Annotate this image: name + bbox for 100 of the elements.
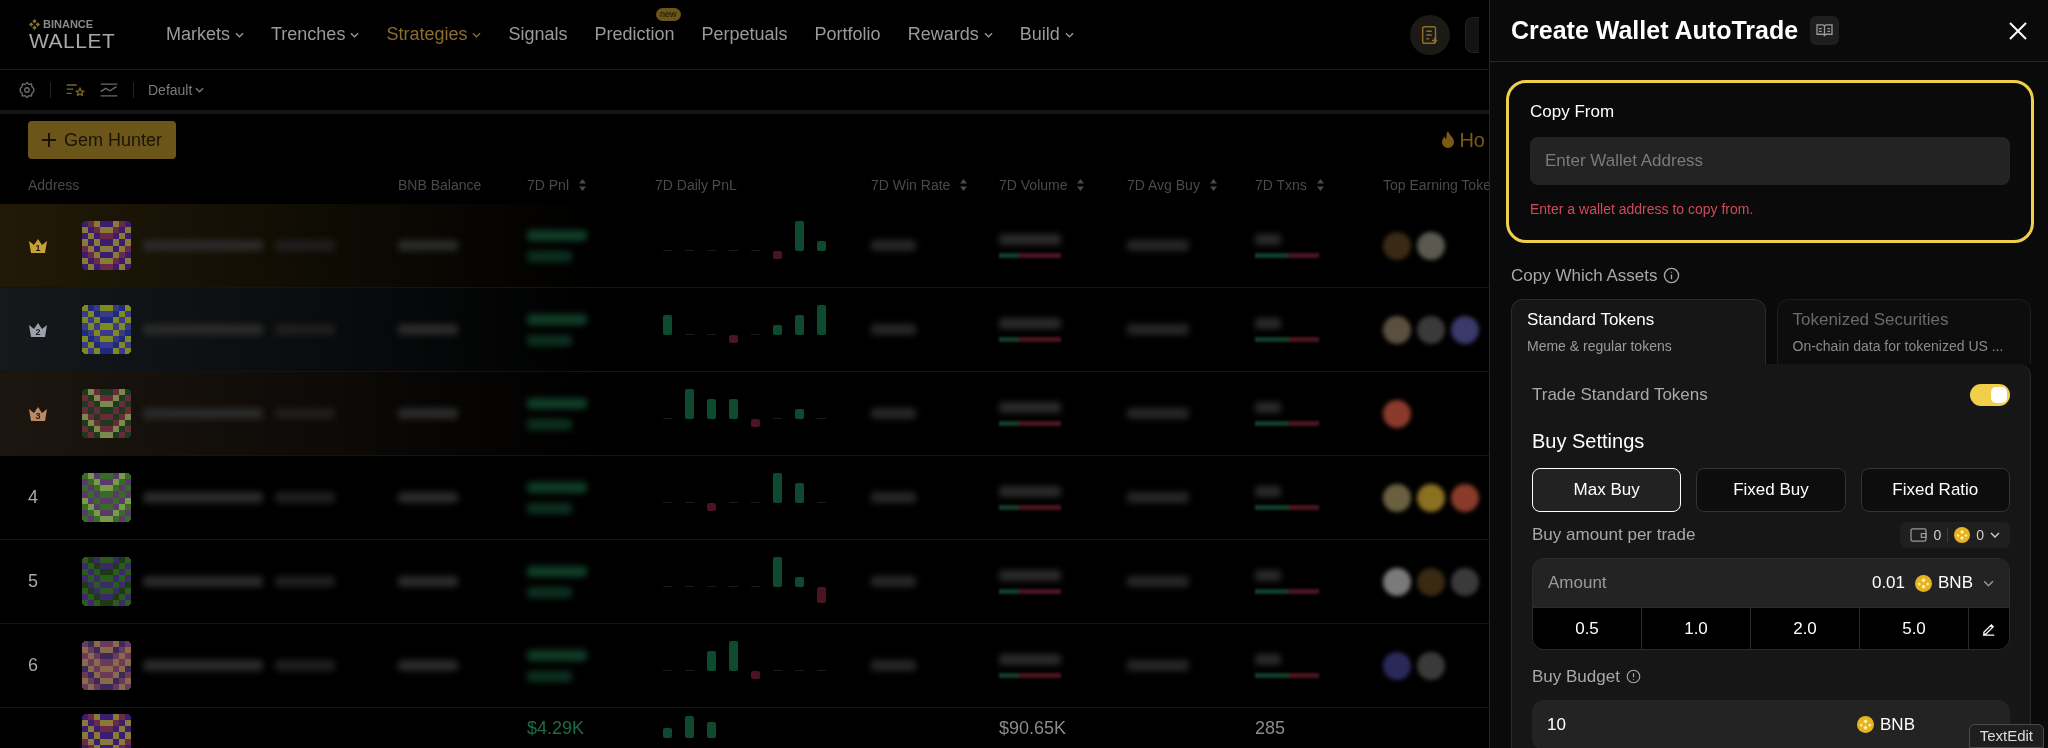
blurred-text xyxy=(275,240,335,251)
token-icon xyxy=(1383,399,1411,428)
blurred-text xyxy=(275,492,335,503)
blurred-text xyxy=(1255,317,1281,329)
currency-label: BNB xyxy=(1880,713,1915,736)
sort-icon[interactable] xyxy=(579,179,587,191)
blurred-text xyxy=(999,317,1061,329)
table-cell-text: $90.65K xyxy=(999,717,1068,738)
blurred-text xyxy=(527,334,572,346)
wallet-count: 0 xyxy=(1933,525,1942,545)
buy-sell-bar xyxy=(999,252,1061,258)
blurred-text xyxy=(871,408,916,419)
preset-button[interactable]: 5.0 xyxy=(1860,608,1969,649)
column-header: 7D Daily PnL xyxy=(655,175,737,195)
avatar-icon xyxy=(82,641,131,690)
sort-icon[interactable] xyxy=(1077,179,1085,191)
field-label: Buy amount per trade xyxy=(1532,524,1696,547)
buy-sell-bar xyxy=(999,588,1061,594)
chevron-down-icon xyxy=(350,31,360,38)
nav-item[interactable]: Signals xyxy=(508,21,568,48)
pencil-icon xyxy=(1981,621,1997,636)
amount-value[interactable]: 0.01 xyxy=(1871,570,1906,596)
token-icon xyxy=(1417,483,1445,512)
guide-button[interactable] xyxy=(1810,16,1840,45)
coin-icon xyxy=(1857,716,1875,733)
toggle-label: Trade Standard Tokens xyxy=(1532,384,1708,407)
token-icon xyxy=(1451,483,1479,512)
blurred-text xyxy=(398,240,458,251)
blurred-text xyxy=(999,401,1061,413)
preset-button[interactable]: 1.0 xyxy=(1642,608,1751,649)
token-icon xyxy=(1417,567,1445,596)
rank-number: 6 xyxy=(28,654,38,677)
asset-tab[interactable]: Standard Tokens Meme & regular tokens xyxy=(1511,299,1766,364)
coin-icon xyxy=(1915,574,1933,592)
token-icon xyxy=(1451,567,1479,596)
avatar-icon xyxy=(82,473,131,522)
token-icon xyxy=(1417,231,1445,260)
blurred-text xyxy=(398,408,458,419)
nav-item[interactable]: Strategies xyxy=(386,21,482,48)
sort-icon[interactable] xyxy=(1209,179,1217,191)
buy-sell-bar xyxy=(999,336,1061,342)
nav-item[interactable]: Markets xyxy=(166,21,244,48)
token-icon xyxy=(1417,315,1445,344)
blurred-text xyxy=(999,233,1061,245)
buy-sell-bar xyxy=(999,420,1061,426)
info-icon[interactable] xyxy=(1625,669,1641,685)
chevron-down-icon xyxy=(1983,579,1994,587)
logo-icon xyxy=(29,18,40,30)
toggle-switch[interactable] xyxy=(1970,384,2010,406)
blurred-text xyxy=(1255,653,1281,665)
column-header: BNB Balance xyxy=(398,175,482,195)
mode-button[interactable]: Max Buy xyxy=(1532,468,1682,512)
balance-chip[interactable]: 0 0 xyxy=(1900,522,2010,548)
coin-icon xyxy=(1954,527,1971,543)
blurred-text xyxy=(527,670,572,682)
chart-icon[interactable] xyxy=(99,81,119,99)
currency-selector[interactable]: BNB xyxy=(1938,570,1973,596)
blurred-text xyxy=(871,660,916,671)
nav-item[interactable]: Rewards xyxy=(907,21,993,48)
book-icon xyxy=(1816,23,1834,38)
nav-item[interactable]: Prediction xyxy=(594,21,675,48)
mode-button[interactable]: Fixed Buy xyxy=(1696,468,1846,512)
blurred-text xyxy=(527,397,587,409)
chevron-down-icon xyxy=(1064,31,1074,38)
token-icon xyxy=(1451,315,1479,344)
sort-icon[interactable] xyxy=(960,179,968,191)
error-message: Enter a wallet address to copy from. xyxy=(1530,199,1755,219)
blurred-text xyxy=(527,502,572,514)
close-icon[interactable] xyxy=(2009,21,2027,40)
nav-item[interactable]: Trenches xyxy=(271,21,360,48)
settings-icon[interactable] xyxy=(18,81,36,99)
info-icon[interactable] xyxy=(1663,266,1681,284)
preset-button[interactable]: 2.0 xyxy=(1751,608,1860,649)
blurred-text xyxy=(871,576,916,587)
nav-item[interactable]: Perpetuals xyxy=(701,21,788,48)
blurred-text xyxy=(527,649,587,661)
blurred-text xyxy=(275,576,335,587)
blurred-text xyxy=(398,324,458,335)
avatar-icon xyxy=(82,305,131,354)
preset-dropdown[interactable]: Default xyxy=(148,79,205,101)
blurred-text xyxy=(527,313,587,325)
table-cell-text: $4.29K xyxy=(527,717,585,738)
sort-icon[interactable] xyxy=(1316,179,1324,191)
blurred-text xyxy=(1255,401,1281,413)
notes-button[interactable] xyxy=(1410,14,1450,55)
preset-button[interactable]: 0.5 xyxy=(1533,608,1642,649)
blurred-text xyxy=(1255,233,1281,245)
buy-sell-bar xyxy=(1255,588,1319,594)
blurred-text xyxy=(398,660,458,671)
buy-sell-bar xyxy=(1255,672,1319,678)
chevron-down-icon xyxy=(235,31,244,38)
asset-tab[interactable]: Tokenized Securities On-chain data for tokenized US ... xyxy=(1776,299,2031,364)
filter-star-icon[interactable] xyxy=(65,81,85,99)
wallet-address-field[interactable]: Enter Wallet Address xyxy=(1530,136,2010,185)
blurred-text xyxy=(999,485,1061,497)
blurred-text xyxy=(871,240,916,251)
table-cell-text: 285 xyxy=(1255,717,1287,738)
mode-button[interactable]: Fixed Ratio xyxy=(1860,468,2010,512)
nav-item[interactable]: Portfolio xyxy=(814,21,881,48)
nav-item[interactable]: Build xyxy=(1019,21,1074,48)
